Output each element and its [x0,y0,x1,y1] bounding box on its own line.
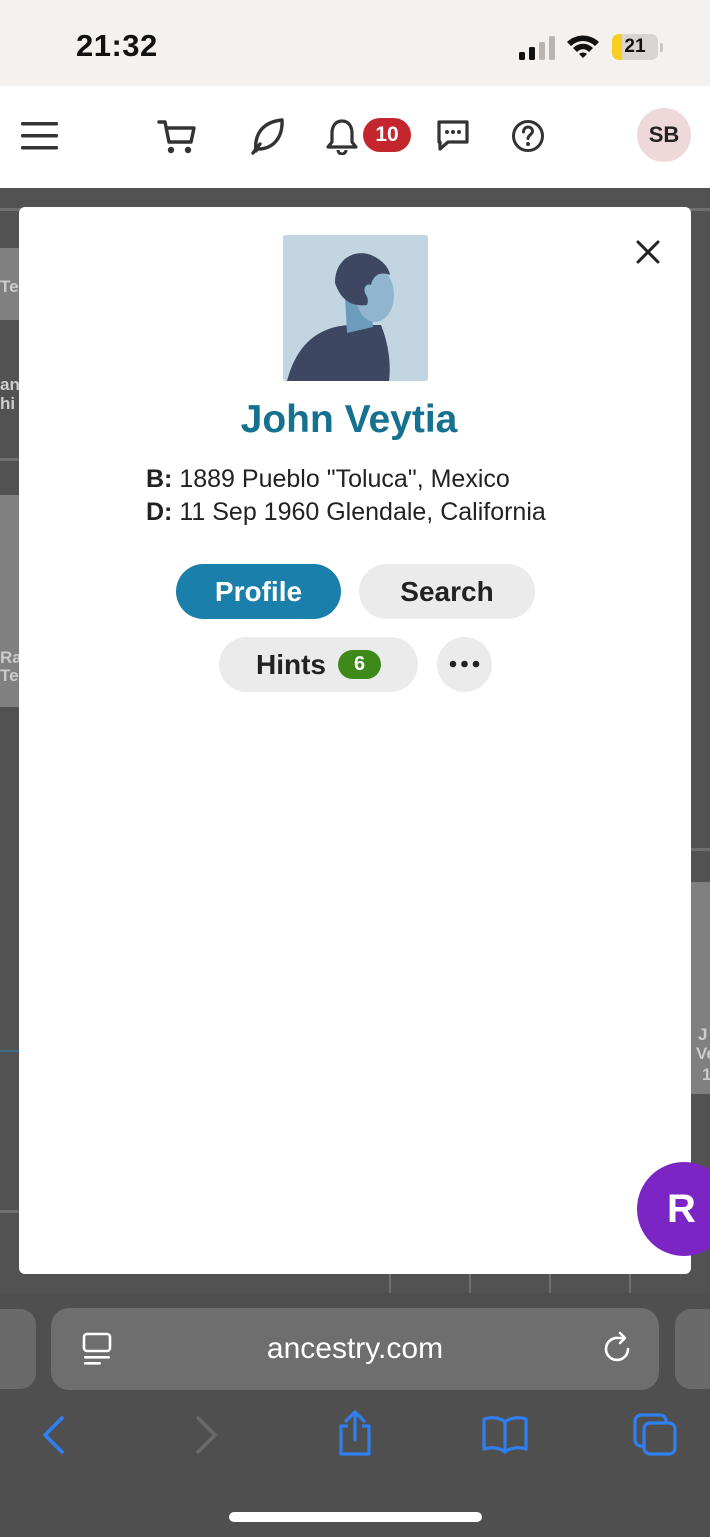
message-icon[interactable] [436,119,470,153]
status-bar: 21:32 21 [0,0,710,86]
tree-card-label: Ve [696,1044,710,1063]
death-value: 11 Sep 1960 Glendale, California [179,498,546,526]
person-portrait [283,235,428,381]
tree-card-label: 1 [702,1065,710,1084]
search-button[interactable]: Search [359,564,535,619]
fab-label: R [667,1187,696,1231]
profile-button[interactable]: Profile [176,564,341,619]
wifi-icon [567,35,599,58]
leaf-hint-icon[interactable] [250,117,286,155]
tree-card-label: hi [0,394,16,413]
tree-card-label: an [0,375,20,394]
birth-value: 1889 Pueblo "Toluca", Mexico [179,465,510,493]
status-time: 21:32 [76,28,158,63]
tree-card-label: Te [0,277,19,296]
battery-indicator: 21 [612,34,663,60]
next-tab-preview[interactable] [675,1309,710,1389]
tree-card-label: J [698,1025,708,1044]
tabs-icon[interactable] [632,1412,678,1456]
help-icon[interactable] [511,119,545,153]
birth-info: B: 1889 Pueblo "Toluca", Mexico [146,465,510,494]
hints-label: Hints [256,649,326,680]
hints-button[interactable]: Hints 6 [219,637,418,692]
more-options-button[interactable] [437,637,492,692]
home-indicator [229,1512,482,1522]
battery-level: 21 [624,36,646,57]
share-icon[interactable] [335,1410,375,1458]
bookmarks-icon[interactable] [481,1414,529,1454]
cellular-signal-icon [519,36,555,60]
reload-icon[interactable] [602,1331,634,1365]
person-name[interactable]: John Veytia [19,398,679,442]
url-text[interactable]: ancestry.com [51,1308,659,1390]
hints-count-badge: 6 [338,650,381,679]
notification-count-badge[interactable]: 10 [363,118,411,152]
cart-icon[interactable] [157,118,197,156]
close-icon[interactable] [630,234,666,270]
death-label: D: [146,498,173,526]
forward-icon[interactable] [192,1414,222,1456]
previous-tab-preview[interactable] [0,1309,36,1389]
user-avatar[interactable]: SB [637,108,691,162]
bell-icon[interactable] [326,117,358,155]
menu-icon[interactable] [21,120,59,152]
back-icon[interactable] [38,1414,68,1456]
person-silhouette-icon [283,235,428,381]
death-info: D: 11 Sep 1960 Glendale, California [146,498,546,527]
tree-card-label: Te [0,666,19,685]
more-dots-icon [449,660,480,668]
birth-label: B: [146,465,173,493]
